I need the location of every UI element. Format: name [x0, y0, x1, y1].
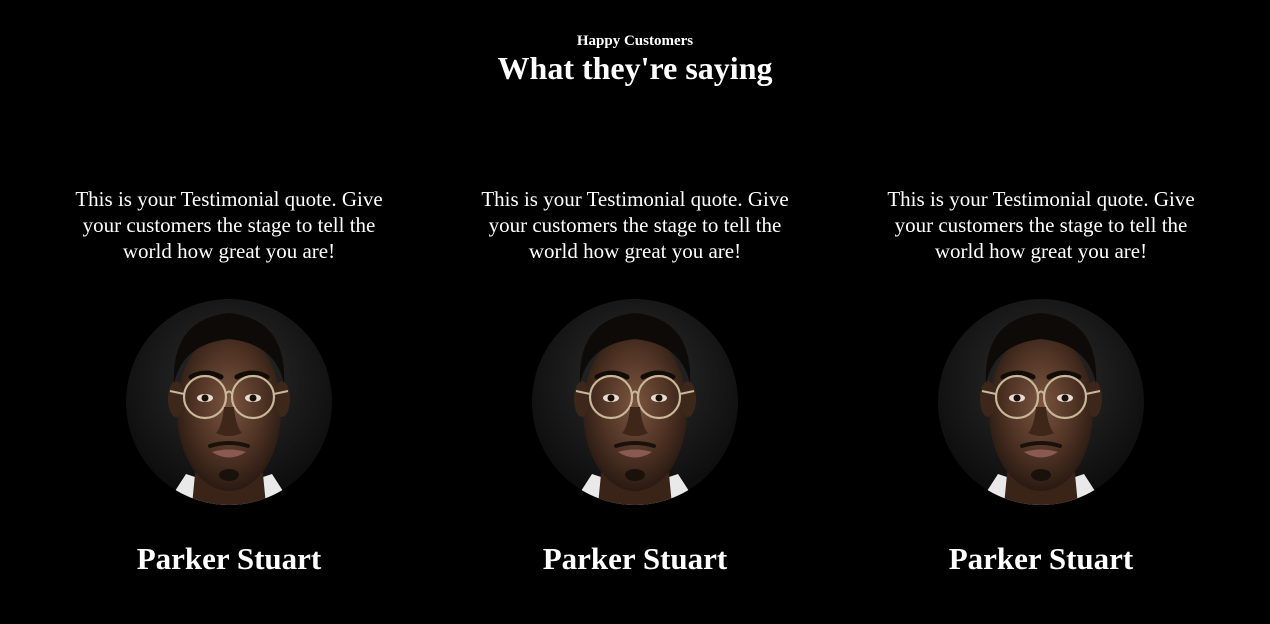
avatar	[126, 299, 332, 505]
testimonial-card: This is your Testimonial quote. Give you…	[465, 186, 805, 577]
testimonial-name: Parker Stuart	[542, 541, 728, 576]
testimonial-name: Parker Stuart	[948, 541, 1134, 576]
testimonial-name: Parker Stuart	[136, 541, 322, 576]
testimonial-card: This is your Testimonial quote. Give you…	[871, 186, 1211, 577]
section-eyebrow: Happy Customers	[576, 33, 694, 49]
testimonial-list: This is your Testimonial quote. Give you…	[0, 186, 1270, 586]
avatar-photo	[938, 299, 1144, 505]
testimonial-quote: This is your Testimonial quote. Give you…	[75, 187, 383, 263]
section-header: Happy Customers What they're saying	[0, 33, 1270, 87]
avatar	[938, 299, 1144, 505]
testimonial-quote: This is your Testimonial quote. Give you…	[481, 187, 789, 263]
avatar	[532, 299, 738, 505]
avatar-photo	[532, 299, 738, 505]
section-title: What they're saying	[497, 50, 773, 86]
testimonial-quote: This is your Testimonial quote. Give you…	[887, 187, 1195, 263]
testimonial-card: This is your Testimonial quote. Give you…	[59, 186, 399, 577]
avatar-photo	[126, 299, 332, 505]
